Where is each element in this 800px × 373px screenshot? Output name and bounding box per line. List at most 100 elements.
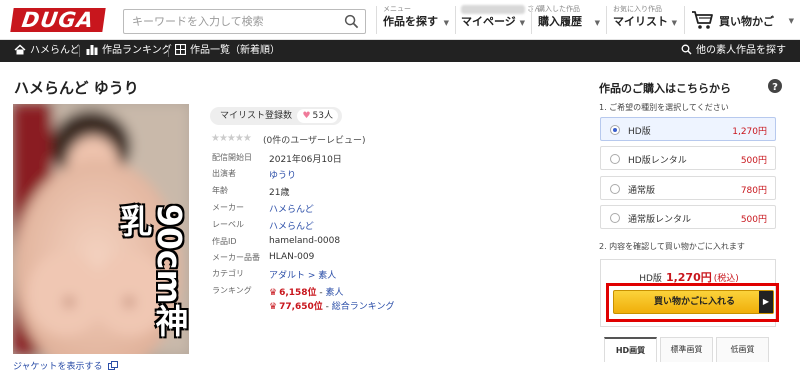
purchase-step-1: 1. ご希望の種別を選択してください (599, 103, 729, 112)
chevron-right-icon: ▶ (759, 291, 773, 313)
option-price: 500円 (740, 156, 767, 166)
crown-icon: ♛ (269, 288, 278, 298)
subnav-home[interactable]: ハメらんど (14, 40, 80, 62)
radio-button[interactable] (610, 154, 620, 164)
nav-find-caption: メニュー (383, 5, 411, 13)
spec-product-id: hameland-0008 (269, 236, 341, 246)
ranking-line: ♛ 77,650位 - 総合ランキング (269, 299, 395, 312)
spec-key: ランキング (212, 286, 252, 295)
nav-divider (684, 6, 685, 34)
subnav-ranking[interactable]: 作品ランキング (86, 40, 172, 62)
mylist-add-button[interactable]: マイリスト登録数 ♥ 53人 (210, 107, 342, 125)
nav-user-greeting: さん (461, 4, 541, 14)
nav-cart[interactable]: 買い物かご ▼ (691, 4, 794, 36)
nav-divider (455, 6, 456, 34)
tab-hd-quality[interactable]: HD画質 (604, 337, 657, 362)
help-icon[interactable]: ? (768, 79, 782, 93)
add-to-cart-label: 買い物かごに入れる (654, 297, 736, 307)
spec-key: 出演者 (212, 169, 236, 178)
purchase-title: 作品のご購入はこちらから (599, 82, 731, 95)
nav-mylist-label: マイリスト (613, 15, 668, 28)
option-hd-rental[interactable]: HD版レンタル 500円 (600, 146, 776, 170)
jacket-image[interactable]: 90cm神乳 (13, 104, 189, 354)
subnav-list-label: 作品一覧（新着順） (190, 45, 280, 56)
chevron-down-icon: ▼ (519, 19, 525, 27)
tab-low-quality[interactable]: 低画質 (716, 337, 769, 362)
chevron-down-icon: ▼ (594, 19, 600, 27)
spec-release-date: 2021年06月10日 (269, 155, 342, 165)
cart-icon (692, 11, 713, 29)
spec-key: カテゴリ (212, 269, 244, 278)
subnav-ranking-label: 作品ランキング (102, 45, 172, 56)
spec-row: カテゴリ アダルト > 素人 (212, 268, 612, 284)
subnav-find-other[interactable]: 他の素人作品を探す (681, 40, 786, 62)
svg-text:?: ? (772, 82, 778, 93)
ranking-line: ♛ 6,158位 - 素人 (269, 285, 344, 298)
spec-row: メーカー ハメらんど (212, 202, 612, 218)
option-hd[interactable]: HD版 1,270円 (600, 117, 776, 141)
ranking-icon (86, 45, 98, 55)
spec-key: メーカー品番 (212, 253, 260, 262)
add-to-cart-button[interactable]: 買い物かごに入れる ▶ (613, 290, 774, 314)
subnav-list[interactable]: 作品一覧（新着順） (174, 40, 280, 62)
spec-maker-code: HLAN-009 (269, 252, 315, 262)
option-standard[interactable]: 通常版 780円 (600, 176, 776, 200)
nav-mylist[interactable]: お気に入り作品 マイリスト ▼ (613, 4, 677, 36)
blurred-username (461, 4, 525, 14)
nav-divider (531, 6, 532, 34)
spec-maker-link[interactable]: ハメらんど (269, 202, 314, 215)
search-icon[interactable] (344, 14, 359, 29)
tab-standard-quality[interactable]: 標準画質 (660, 337, 713, 362)
search-box (123, 9, 366, 34)
spec-key: メーカー (212, 203, 244, 212)
chevron-down-icon: ▼ (443, 19, 449, 27)
duga-logo[interactable]: DUGA (10, 8, 106, 32)
show-jacket-link[interactable]: ジャケットを表示する (13, 359, 119, 372)
rating-stars: ★★★★★ (211, 133, 252, 144)
radio-button[interactable] (610, 125, 620, 135)
nav-find-works[interactable]: メニュー 作品を探す ▼ (383, 4, 449, 36)
heart-icon: ♥ (302, 111, 311, 121)
spec-key: 年齢 (212, 186, 228, 195)
ranking-value: 77,650位 (279, 302, 323, 312)
mylist-count: 53人 (312, 111, 333, 121)
nav-divider (606, 6, 607, 34)
nav-find-label: 作品を探す (383, 15, 438, 28)
spec-performer-link[interactable]: ゆうり (269, 168, 296, 181)
list-icon (174, 43, 187, 56)
spec-category-link[interactable]: アダルト > 素人 (269, 268, 336, 281)
chevron-down-icon: ▼ (788, 17, 794, 25)
home-icon (14, 44, 26, 55)
spec-row: メーカー品番 HLAN-009 (212, 252, 612, 268)
ranking-value: 6,158位 (279, 288, 317, 298)
ranking-overall-link[interactable]: 総合ランキング (332, 302, 395, 312)
quality-tabs: HD画質 標準画質 低画質 (604, 337, 770, 362)
nav-history-caption: 購入した作品 (538, 5, 580, 13)
nav-mypage-label: マイページ (461, 15, 516, 28)
nav-history[interactable]: 購入した作品 購入履歴 ▼ (538, 4, 600, 36)
show-jacket-label: ジャケットを表示する (13, 362, 103, 372)
option-standard-rental[interactable]: 通常版レンタル 500円 (600, 205, 776, 229)
spec-key: レーベル (212, 220, 244, 229)
jacket-caption: 90cm神乳 (114, 204, 189, 337)
top-header: DUGA メニュー 作品を探す ▼ さん マイページ ▼ 購入した作品 購入履歴… (0, 0, 800, 40)
nav-mylist-caption: お気に入り作品 (613, 5, 662, 13)
chevron-down-icon: ▼ (671, 19, 677, 27)
spec-label-link[interactable]: ハメらんど (269, 219, 314, 232)
spec-row: ランキング ♛ 6,158位 - 素人 ♛ 77,650位 - 総合ランキング (212, 285, 612, 315)
option-name: HD版 (628, 127, 651, 137)
nav-cart-label: 買い物かご (719, 15, 774, 28)
sub-navigation: ハメらんど 作品ランキング 作品一覧（新着順） 他の素人作品を探す (0, 40, 800, 62)
nav-mypage[interactable]: さん マイページ ▼ (461, 4, 541, 36)
ranking-category-link[interactable]: 素人 (326, 288, 344, 298)
review-count-link[interactable]: (0件のユーザーレビュー) (263, 133, 366, 146)
mylist-label: マイリスト登録数 (220, 111, 293, 121)
option-price: 780円 (740, 186, 767, 196)
radio-button[interactable] (610, 184, 620, 194)
spec-age: 21歳 (269, 188, 290, 198)
option-name: 通常版レンタル (628, 215, 692, 225)
subnav-divider (79, 45, 80, 57)
radio-button[interactable] (610, 213, 620, 223)
spec-row: 年齢 21歳 (212, 185, 612, 201)
search-input[interactable] (124, 10, 336, 33)
